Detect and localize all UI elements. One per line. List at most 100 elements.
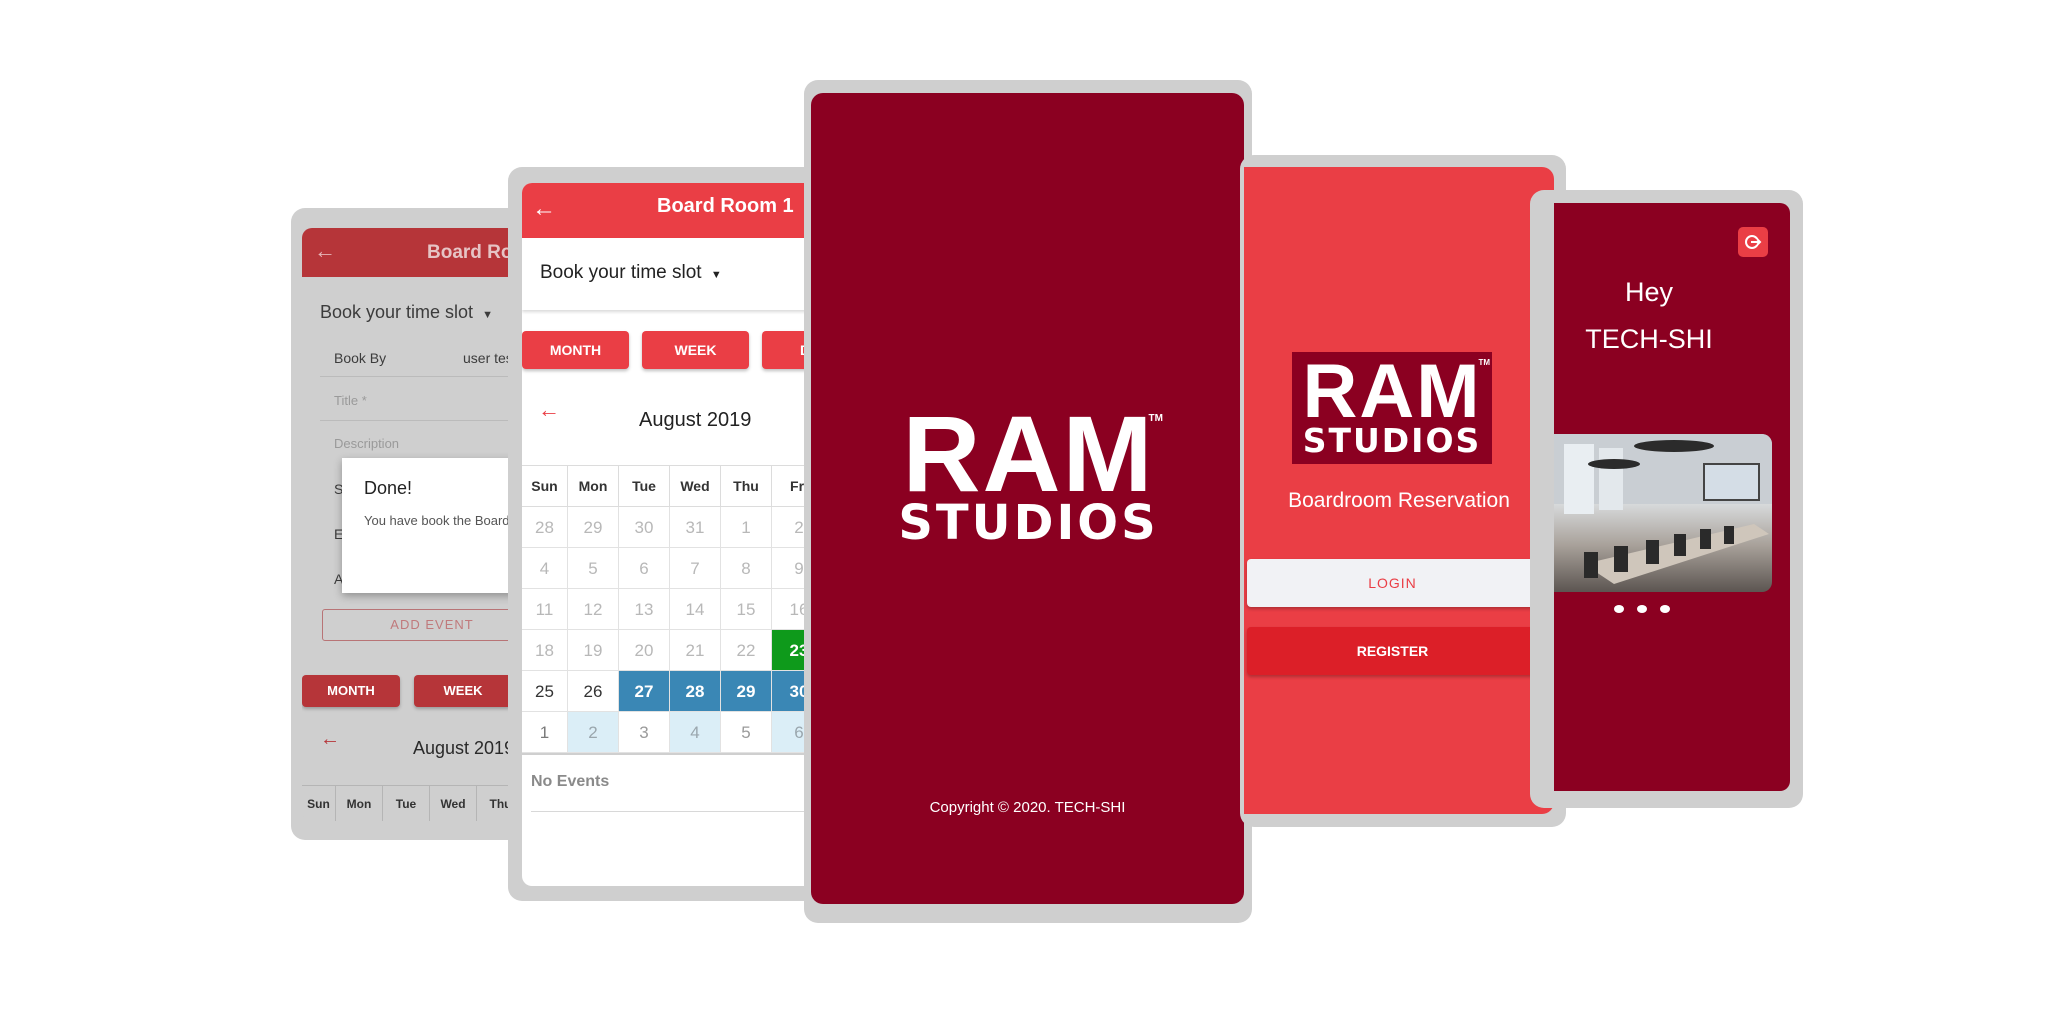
calendar-day[interactable]: 19: [568, 630, 619, 671]
back-arrow-icon[interactable]: ←: [314, 238, 336, 264]
copyright-text: Copyright © 2020. TECH-SHI: [929, 799, 1126, 816]
calendar-day[interactable]: 11: [522, 589, 568, 630]
book-slot-card: Book your time slot ▼: [522, 238, 827, 310]
weekday-label: Sun: [302, 786, 336, 821]
carousel-dot[interactable]: [1660, 605, 1670, 613]
week-button[interactable]: WEEK: [642, 331, 749, 369]
phone-screen-3: RAM STUDIOS TM Copyright © 2020. TECH-SH…: [811, 93, 1244, 904]
weekday-label: Wed: [430, 786, 477, 821]
register-button[interactable]: REGISTER: [1247, 627, 1538, 675]
calendar-day[interactable]: 27: [619, 671, 670, 712]
weekday-label: Mon: [568, 466, 619, 507]
logout-button[interactable]: [1738, 227, 1768, 257]
week-label: WEEK: [443, 683, 483, 698]
divider: [531, 811, 827, 812]
calendar-day[interactable]: 28: [522, 507, 568, 548]
weekday-label: Mon: [336, 786, 383, 821]
logo-ram-text: RAM: [902, 393, 1155, 514]
calendar-day[interactable]: 8: [721, 548, 772, 589]
register-label: REGISTER: [1356, 643, 1429, 659]
title-field[interactable]: Title *: [334, 393, 367, 408]
no-events-text: No Events: [531, 773, 610, 790]
ram-studios-logo: RAM STUDIOS TM: [896, 393, 1163, 552]
book-by-label: Book By: [334, 350, 387, 366]
month-label: MONTH: [549, 342, 602, 358]
calendar-day[interactable]: 4: [670, 712, 721, 753]
back-arrow-icon[interactable]: ←: [532, 195, 556, 223]
phone-screen-4: RAM STUDIOS TM Boardroom Reservation LOG…: [1244, 167, 1554, 814]
calendar-title: August 2019: [639, 409, 752, 431]
carousel-dots[interactable]: [1614, 605, 1684, 615]
month-button[interactable]: MONTH: [302, 675, 400, 707]
app-subtitle: Boardroom Reservation: [1288, 489, 1510, 512]
app-bar: ← Board Room 1: [522, 183, 827, 238]
calendar-day[interactable]: 4: [522, 548, 568, 589]
calendar-day[interactable]: 15: [721, 589, 772, 630]
calendar-day[interactable]: 20: [619, 630, 670, 671]
month-label: MONTH: [327, 683, 375, 698]
calendar-day[interactable]: 5: [721, 712, 772, 753]
week-label: WEEK: [674, 342, 717, 358]
book-slot-label: Book your time slot: [540, 262, 702, 283]
calendar-prev-icon[interactable]: ←: [538, 397, 560, 423]
calendar-prev-icon[interactable]: ←: [320, 728, 340, 751]
calendar-day[interactable]: 3: [619, 712, 670, 753]
book-slot-label: Book your time slot: [320, 302, 474, 322]
calendar-day[interactable]: 30: [619, 507, 670, 548]
calendar-day[interactable]: 14: [670, 589, 721, 630]
calendar-day[interactable]: 26: [568, 671, 619, 712]
app-bar: ← Board Room: [302, 228, 542, 277]
calendar-day[interactable]: 1: [522, 712, 568, 753]
boardroom-photo[interactable]: [1554, 434, 1772, 592]
carousel-dot[interactable]: [1614, 605, 1624, 613]
calendar-day[interactable]: 13: [619, 589, 670, 630]
dialog-title: Done!: [364, 478, 413, 498]
calendar-day[interactable]: 2: [568, 712, 619, 753]
logo-studios-text: STUDIOS: [898, 495, 1159, 552]
logo-tm-mark: TM: [1148, 413, 1163, 424]
calendar-day[interactable]: 22: [721, 630, 772, 671]
login-label: LOGIN: [1368, 575, 1417, 591]
calendar-day[interactable]: 29: [721, 671, 772, 712]
description-field[interactable]: Description: [334, 436, 399, 451]
carousel-dot[interactable]: [1637, 605, 1647, 613]
weekday-label: Tue: [619, 466, 670, 507]
dialog-message: You have book the Board: [364, 513, 510, 528]
weekday-label: Tue: [383, 786, 430, 821]
weekday-header: Sun Mon Tue Wed Thu: [302, 785, 542, 821]
calendar-title: August 2019: [413, 738, 515, 758]
book-slot-dropdown[interactable]: Book your time slot ▼: [320, 302, 493, 323]
calendar-day[interactable]: 18: [522, 630, 568, 671]
calendar-day[interactable]: 12: [568, 589, 619, 630]
logo-studios-text: STUDIOS: [1302, 421, 1482, 461]
dropdown-caret-icon: ▼: [482, 309, 493, 321]
weekday-label: Wed: [670, 466, 721, 507]
month-button[interactable]: MONTH: [522, 331, 629, 369]
logo-tm-mark: TM: [1478, 358, 1490, 367]
calendar-grid: Sun Mon Tue Wed Thu Fri 28 29 30 31 1 2 4 5 6 7 8 9 11 12 13…: [522, 465, 827, 755]
calendar-day[interactable]: 28: [670, 671, 721, 712]
book-slot-dropdown[interactable]: Book your time slot ▼: [540, 262, 722, 284]
week-button[interactable]: WEEK: [414, 675, 512, 707]
calendar-day[interactable]: 31: [670, 507, 721, 548]
calendar-day[interactable]: 1: [721, 507, 772, 548]
greeting-text: Hey: [1624, 277, 1673, 307]
page-title: Board Room 1: [657, 195, 794, 217]
conference-room-image: [1554, 434, 1772, 584]
calendar-day[interactable]: 5: [568, 548, 619, 589]
logout-icon: [1745, 235, 1762, 249]
login-button[interactable]: LOGIN: [1247, 559, 1538, 607]
dropdown-caret-icon: ▼: [710, 269, 722, 281]
username-text: TECH-SHI: [1585, 324, 1713, 354]
calendar-day[interactable]: 29: [568, 507, 619, 548]
calendar-day[interactable]: 7: [670, 548, 721, 589]
ram-studios-logo: RAM STUDIOS TM: [1292, 352, 1492, 464]
phone-screen-1: ← Board Room Book your time slot ▼ Book …: [302, 228, 542, 821]
add-event-label: ADD EVENT: [390, 617, 474, 632]
calendar-day[interactable]: 21: [670, 630, 721, 671]
calendar-day[interactable]: 6: [619, 548, 670, 589]
weekday-label: Thu: [721, 466, 772, 507]
phone-screen-2: ← Board Room 1 Book your time slot ▼ MON…: [522, 183, 827, 886]
calendar-day[interactable]: 25: [522, 671, 568, 712]
weekday-label: Sun: [522, 466, 568, 507]
